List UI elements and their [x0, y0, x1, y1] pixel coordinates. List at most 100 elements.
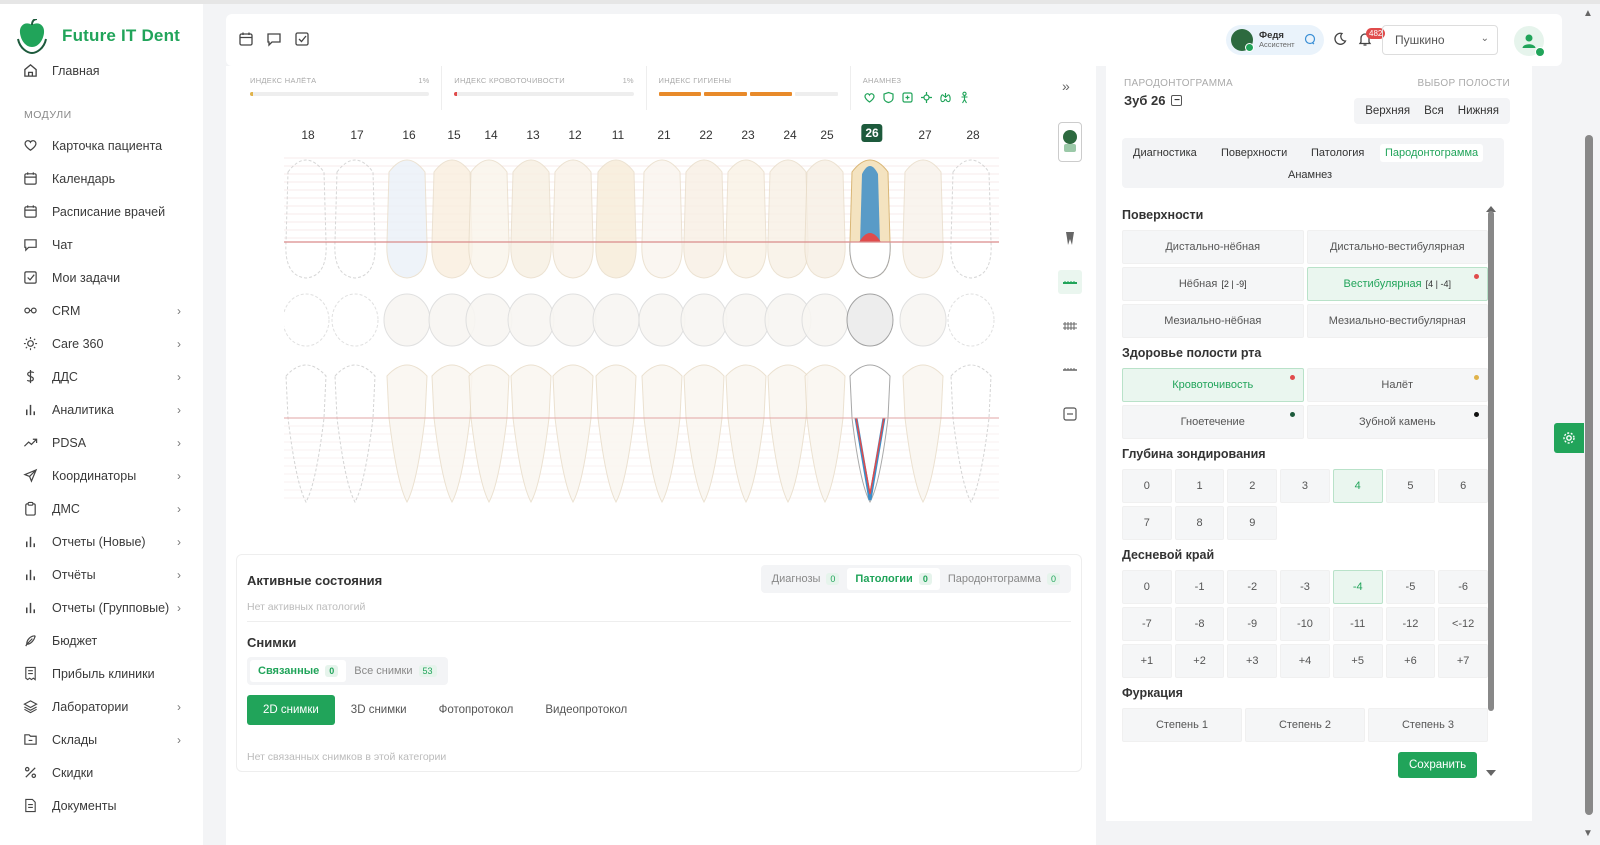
calendar-icon[interactable] — [238, 31, 256, 49]
margin-cell-6[interactable]: -6 — [1438, 570, 1488, 604]
surface-4[interactable]: Мезиально-нёбная — [1122, 304, 1304, 338]
nav-item-17[interactable]: Лаборатории › — [0, 690, 203, 723]
tab-3d-images[interactable]: 3D снимки — [335, 695, 423, 725]
chat-icon[interactable] — [266, 31, 284, 49]
tab-lower-jaw[interactable]: Нижняя — [1451, 102, 1506, 120]
tooth-13[interactable] — [510, 159, 552, 279]
tooth-number-16[interactable]: 16 — [402, 128, 415, 142]
tab-anamnesis[interactable]: Анамнез — [1283, 166, 1337, 184]
depth-1[interactable]: 1 — [1174, 469, 1225, 503]
nav-item-10[interactable]: Координаторы › — [0, 459, 203, 492]
depth-5[interactable]: 5 — [1385, 469, 1436, 503]
tab-periodontogram[interactable]: Пародонтограмма 0 — [940, 568, 1068, 590]
nav-home[interactable]: Главная — [0, 54, 203, 87]
tooth-15[interactable] — [431, 159, 473, 279]
margin-cell-19[interactable]: +6 — [1385, 644, 1436, 678]
lower-line-icon[interactable] — [1058, 358, 1082, 382]
margin-cell-5[interactable]: -5 — [1385, 570, 1436, 604]
depth-9[interactable]: 9 — [1227, 506, 1278, 540]
lower-tooth-10[interactable] — [725, 364, 767, 504]
nav-item-14[interactable]: Отчеты (Групповые) › — [0, 591, 203, 624]
occlusal-13[interactable] — [507, 293, 555, 347]
margin-cell-10[interactable]: -10 — [1280, 607, 1330, 641]
lower-tooth-3[interactable] — [431, 364, 473, 504]
lower-tooth-12[interactable] — [804, 364, 846, 504]
tooth-number-23[interactable]: 23 — [741, 128, 754, 142]
margin-cell-4[interactable]: -4 — [1332, 570, 1383, 604]
depth-4[interactable]: 4 — [1332, 469, 1383, 503]
lower-tooth-4[interactable] — [468, 364, 510, 504]
tooth-number-18[interactable]: 18 — [301, 128, 314, 142]
lower-tooth-11[interactable] — [767, 364, 809, 504]
tooth-22[interactable] — [683, 159, 725, 279]
logo[interactable]: Future IT Dent — [0, 4, 203, 56]
margin-cell-17[interactable]: +4 — [1280, 644, 1330, 678]
furcation-3[interactable]: Степень 3 — [1368, 708, 1488, 742]
expand-icon[interactable]: » — [1062, 78, 1070, 94]
nav-item-15[interactable]: Бюджет — [0, 624, 203, 657]
occlusal-22[interactable] — [680, 293, 728, 347]
tooth-16[interactable] — [386, 159, 428, 279]
person-icon[interactable] — [958, 91, 971, 104]
tooth-number-28[interactable]: 28 — [966, 128, 979, 142]
tooth-18[interactable] — [285, 159, 327, 279]
profile-avatar[interactable] — [1514, 26, 1545, 57]
lower-tooth-5[interactable] — [510, 364, 552, 504]
tooth-number-15[interactable]: 15 — [447, 128, 460, 142]
surface-3[interactable]: Вестибулярная [4 | -4] — [1306, 267, 1488, 301]
nav-item-8[interactable]: Аналитика › — [0, 393, 203, 426]
page-scrollbar[interactable] — [1585, 135, 1593, 815]
tooth-27[interactable] — [902, 159, 944, 279]
occlusal-14[interactable] — [465, 293, 513, 347]
page-scroll-up[interactable]: ▲ — [1583, 8, 1593, 19]
tooth-number-17[interactable]: 17 — [350, 128, 363, 142]
occlusal-25[interactable] — [801, 293, 849, 347]
health-1[interactable]: Налёт — [1306, 368, 1488, 402]
nav-item-12[interactable]: Отчеты (Новые) › — [0, 525, 203, 558]
shield-icon[interactable] — [882, 91, 895, 104]
teeth-grid-icon[interactable] — [1058, 314, 1082, 338]
lower-tooth-8[interactable] — [641, 364, 683, 504]
occlusal-26[interactable] — [846, 293, 894, 347]
refresh-icon[interactable] — [1304, 33, 1316, 48]
lower-tooth-9[interactable] — [683, 364, 725, 504]
tab-diagnoses[interactable]: Диагнозы 0 — [764, 568, 848, 590]
occlusal-11[interactable] — [592, 293, 640, 347]
tooth-number-26[interactable]: 26 — [861, 124, 883, 142]
nav-item-20[interactable]: Документы — [0, 789, 203, 822]
tab-all-images[interactable]: Все снимки 53 — [346, 660, 444, 682]
tooth-number-12[interactable]: 12 — [568, 128, 581, 142]
nav-item-7[interactable]: ДДС › — [0, 360, 203, 393]
tab-pathology[interactable]: Патология — [1306, 144, 1369, 162]
tasks-icon[interactable] — [294, 31, 312, 49]
nav-item-16[interactable]: Прибыль клиники — [0, 657, 203, 690]
tooth-11[interactable] — [595, 159, 637, 279]
margin-cell-8[interactable]: -8 — [1174, 607, 1225, 641]
scroll-down-arrow[interactable] — [1486, 770, 1496, 776]
margin-cell-2[interactable]: -2 — [1227, 570, 1278, 604]
occlusal-27[interactable] — [899, 293, 947, 347]
tab-video-protocol[interactable]: Видеопротокол — [529, 695, 643, 725]
margin-cell-3[interactable]: -3 — [1280, 570, 1330, 604]
heart-organ-icon[interactable] — [863, 91, 876, 104]
margin-cell-18[interactable]: +5 — [1332, 644, 1383, 678]
tab-upper-jaw[interactable]: Верхняя — [1358, 102, 1417, 120]
margin-cell-13[interactable]: <-12 — [1438, 607, 1488, 641]
surface-2[interactable]: Нёбная [2 | -9] — [1122, 267, 1304, 301]
depth-7[interactable]: 7 — [1122, 506, 1172, 540]
tab-photo-protocol[interactable]: Фотопротокол — [423, 695, 530, 725]
dark-mode-icon[interactable] — [1333, 32, 1347, 49]
health-3[interactable]: Зубной камень — [1306, 405, 1488, 439]
tab-periodontogram-right[interactable]: Пародонтограмма — [1380, 144, 1484, 162]
depth-8[interactable]: 8 — [1174, 506, 1225, 540]
page-scroll-down[interactable]: ▼ — [1583, 828, 1593, 839]
tooth-24[interactable] — [767, 159, 809, 279]
furcation-1[interactable]: Степень 1 — [1122, 708, 1242, 742]
nav-item-2[interactable]: Расписание врачей — [0, 195, 203, 228]
nav-item-18[interactable]: Склады › — [0, 723, 203, 756]
tab-2d-images[interactable]: 2D снимки — [247, 695, 335, 725]
branch-select[interactable]: Пушкино ⌄ — [1382, 25, 1498, 55]
lower-tooth-1[interactable] — [334, 364, 376, 504]
tooth-number-11[interactable]: 11 — [612, 128, 624, 142]
tooth-26[interactable] — [849, 159, 891, 279]
